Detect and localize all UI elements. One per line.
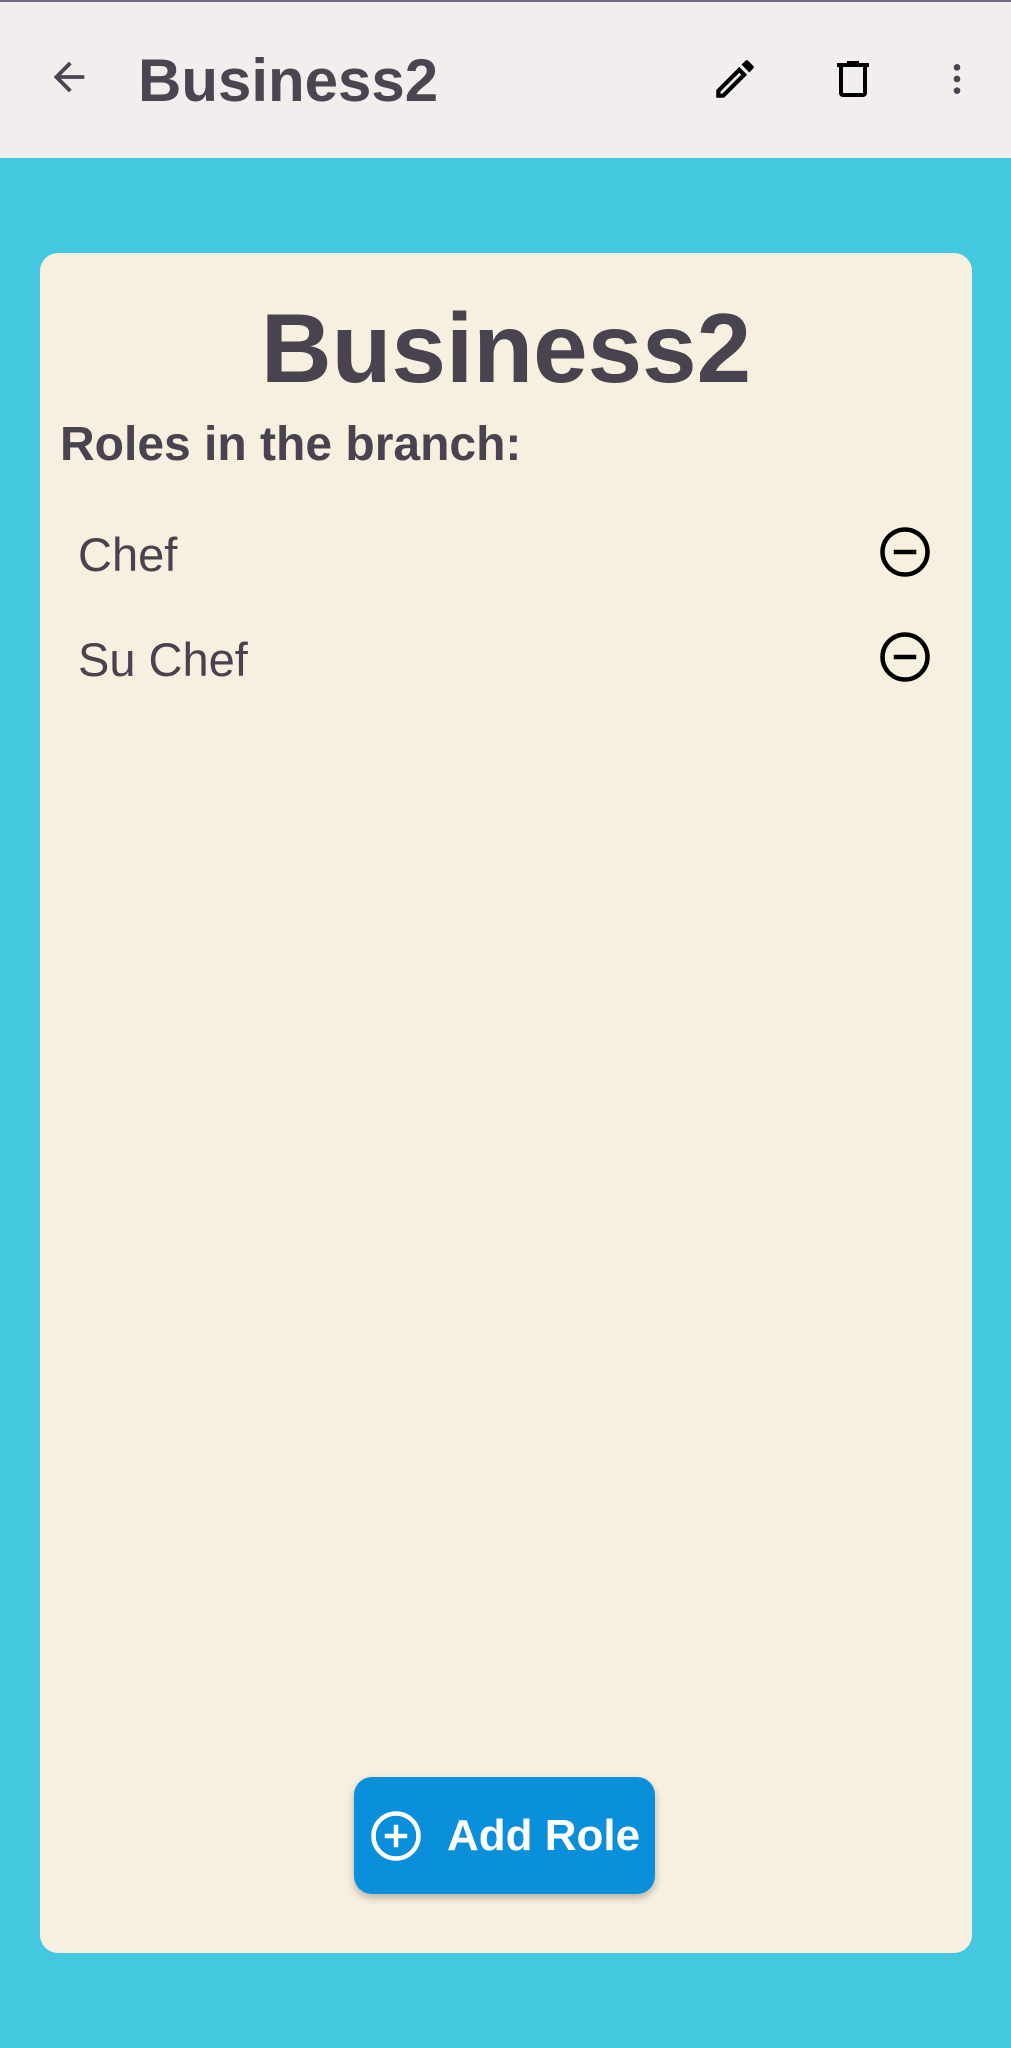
roles-heading: Roles in the branch: [60, 418, 522, 471]
role-label: Su Chef [78, 633, 248, 686]
role-list-item: Su Chef [40, 608, 972, 708]
delete-button[interactable] [818, 44, 888, 114]
add-role-label: Add Role [446, 1810, 641, 1860]
branch-title: Business2 [260, 293, 752, 403]
remove-role-button[interactable] [870, 622, 940, 692]
edit-button[interactable] [700, 44, 770, 114]
minus-circle-icon [880, 527, 930, 577]
role-label: Chef [78, 528, 178, 581]
back-button[interactable] [34, 42, 104, 112]
add-role-button[interactable]: Add Role [354, 1777, 655, 1894]
branch-card: Business2 Roles in the branch: Chef Su C… [40, 253, 972, 1953]
arrow-back-icon [53, 61, 85, 93]
more-vert-icon [953, 64, 961, 94]
minus-circle-icon [880, 632, 930, 682]
trash-icon [837, 61, 869, 97]
app-bar-title: Business2 [138, 47, 439, 114]
plus-circle-icon [369, 1809, 423, 1863]
role-list-item: Chef [40, 503, 972, 603]
more-options-button[interactable] [922, 44, 992, 114]
app-bar: Business2 [0, 2, 1011, 158]
pencil-icon [716, 60, 754, 98]
remove-role-button[interactable] [870, 517, 940, 587]
